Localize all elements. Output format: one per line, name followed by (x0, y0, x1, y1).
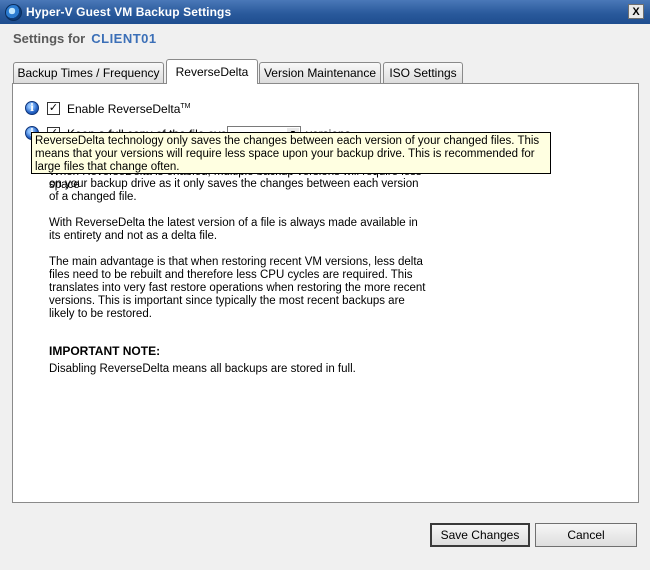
tab-version-maintenance[interactable]: Version Maintenance (259, 62, 381, 83)
tab-iso-settings[interactable]: ISO Settings (383, 62, 463, 83)
description-para2: With ReverseDelta the latest version of … (49, 217, 418, 242)
settings-heading: Settings for CLIENT01 (13, 31, 157, 46)
settings-prefix: Settings for (13, 31, 86, 46)
info-icon[interactable]: i (25, 101, 39, 115)
enable-label-text: Enable ReverseDelta (67, 102, 181, 116)
important-note-text: Disabling ReverseDelta means all backups… (49, 363, 356, 375)
description-para3: The main advantage is that when restorin… (49, 256, 426, 320)
save-changes-button[interactable]: Save Changes (430, 523, 530, 547)
important-note-heading: IMPORTANT NOTE: (49, 344, 161, 358)
tab-reversedelta[interactable]: ReverseDelta (166, 59, 258, 84)
tab-label: ISO Settings (389, 66, 457, 80)
client-name: CLIENT01 (91, 31, 157, 46)
tab-label: Version Maintenance (263, 66, 377, 80)
close-button[interactable]: X (628, 4, 644, 19)
tab-label: Backup Times / Frequency (17, 66, 160, 80)
enable-reversedelta-checkbox[interactable]: ✓ (47, 102, 60, 115)
enable-reversedelta-label: Enable ReverseDeltaTM (67, 102, 191, 116)
trademark-mark: TM (180, 103, 191, 110)
close-icon: X (632, 6, 640, 18)
reversedelta-tooltip: ReverseDelta technology only saves the c… (31, 132, 551, 174)
window-title: Hyper-V Guest VM Backup Settings (26, 5, 232, 19)
app-icon (5, 4, 22, 21)
title-bar: Hyper-V Guest VM Backup Settings X (0, 0, 650, 24)
tab-label: ReverseDelta (175, 65, 249, 79)
tab-backup-times[interactable]: Backup Times / Frequency (13, 62, 164, 83)
checkmark-icon: ✓ (48, 102, 59, 114)
description-para1: on your backup drive as it only saves th… (49, 178, 419, 203)
cancel-button[interactable]: Cancel (535, 523, 637, 547)
